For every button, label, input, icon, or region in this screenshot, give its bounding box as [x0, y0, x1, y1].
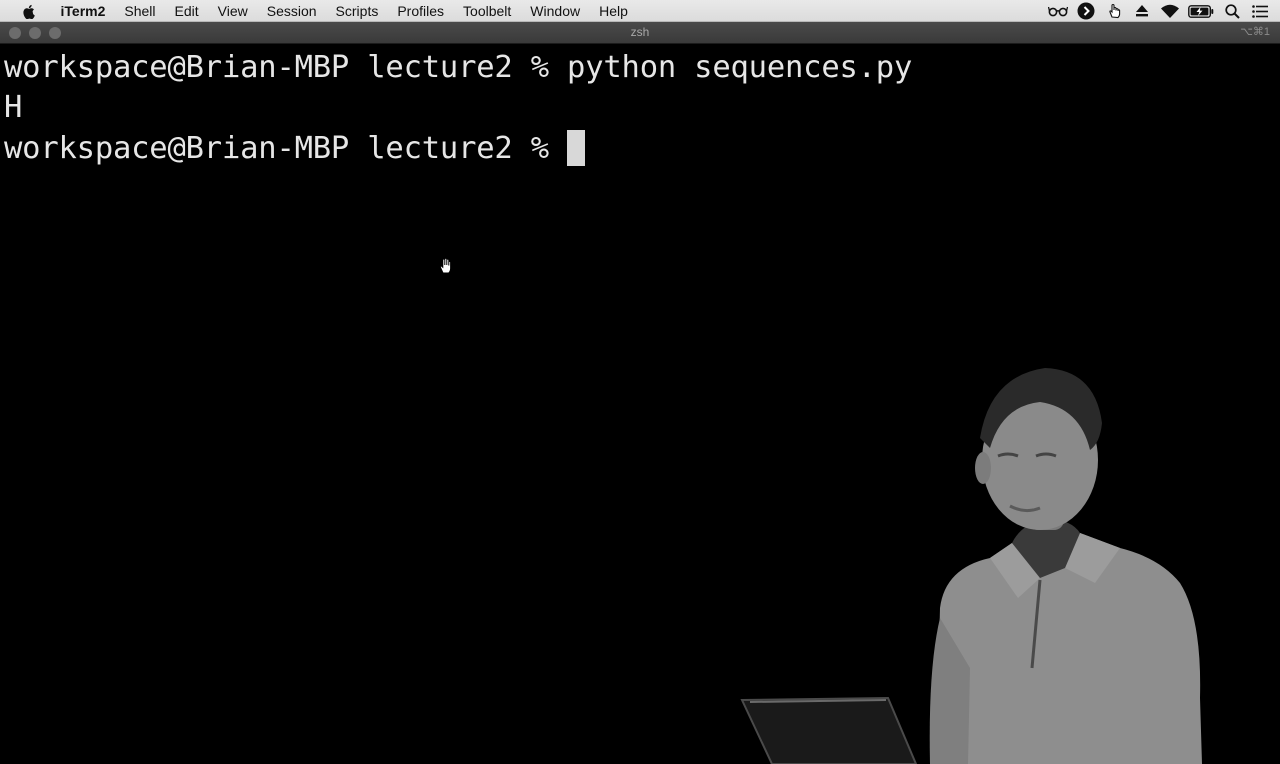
- menu-item-view[interactable]: View: [208, 0, 257, 22]
- menu-item-session[interactable]: Session: [257, 0, 326, 22]
- play-circle-icon[interactable]: [1072, 0, 1100, 22]
- shell-prompt: workspace@Brian-MBP lecture2 %: [4, 131, 568, 166]
- cursor-hand-icon[interactable]: [1100, 0, 1128, 22]
- apple-logo-icon[interactable]: [21, 0, 35, 22]
- text-cursor: [567, 130, 586, 166]
- terminal-line: H: [4, 88, 22, 128]
- menu-item-toolbelt[interactable]: Toolbelt: [454, 0, 521, 22]
- command-output: H: [4, 90, 23, 125]
- window-title: zsh: [630, 25, 650, 39]
- glasses-icon[interactable]: [1044, 0, 1072, 22]
- menu-item-scripts[interactable]: Scripts: [326, 0, 388, 22]
- shell-command: python sequences.py: [567, 50, 913, 85]
- terminal-pane[interactable]: workspace@Brian-MBP lecture2 % python se…: [0, 44, 1280, 764]
- menu-item-window[interactable]: Window: [521, 0, 590, 22]
- window-shortcut-label: ⌥⌘1: [1240, 26, 1270, 38]
- menu-item-help[interactable]: Help: [590, 0, 638, 22]
- terminal-line[interactable]: workspace@Brian-MBP lecture2 %: [4, 129, 586, 169]
- menu-bar: iTerm2 Shell Edit View Session Scripts P…: [0, 0, 1280, 22]
- hand-pointer-icon: [437, 257, 453, 279]
- terminal-line: workspace@Brian-MBP lecture2 % python se…: [4, 48, 912, 88]
- eject-icon[interactable]: [1128, 0, 1156, 22]
- battery-charging-icon[interactable]: [1184, 0, 1218, 22]
- wifi-icon[interactable]: [1156, 0, 1184, 22]
- menu-item-edit[interactable]: Edit: [165, 0, 208, 22]
- menu-item-shell[interactable]: Shell: [115, 0, 165, 22]
- window-titlebar[interactable]: zsh ⌥⌘1: [0, 22, 1280, 44]
- menu-item-iterm2[interactable]: iTerm2: [51, 0, 115, 22]
- shell-prompt: workspace@Brian-MBP lecture2 %: [4, 50, 568, 85]
- presenter-video-overlay: [740, 368, 1202, 764]
- list-icon[interactable]: [1246, 0, 1274, 22]
- search-icon[interactable]: [1218, 0, 1246, 22]
- menu-item-profiles[interactable]: Profiles: [388, 0, 454, 22]
